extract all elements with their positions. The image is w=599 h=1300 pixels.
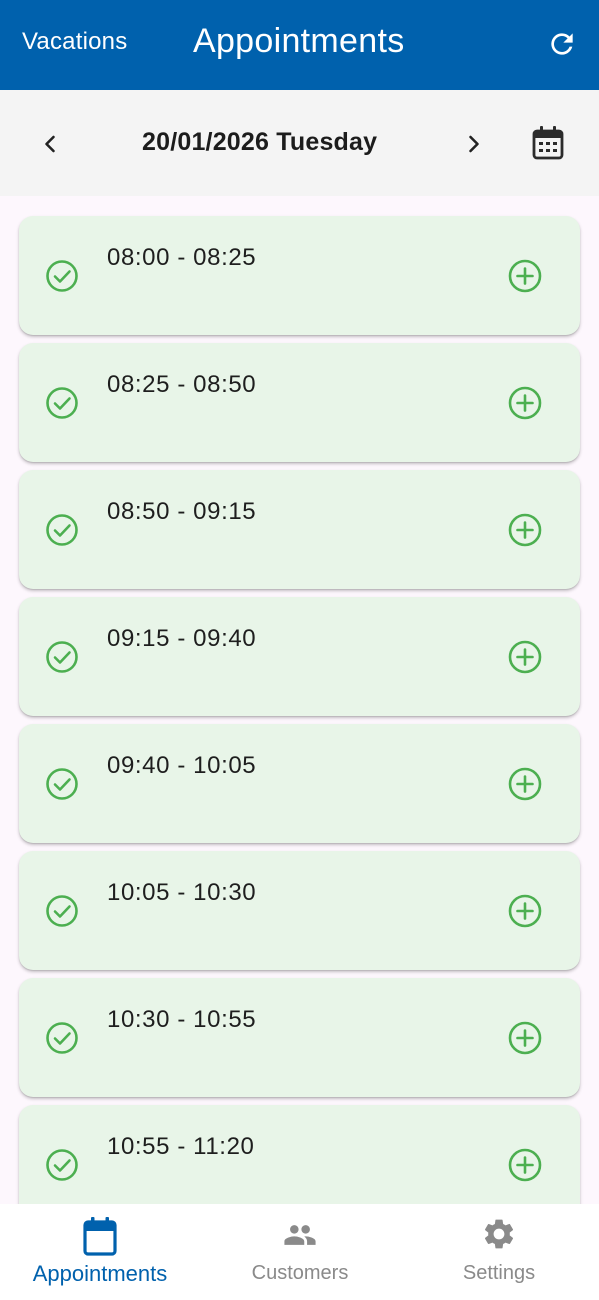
refresh-icon[interactable]	[546, 28, 578, 60]
vacations-button[interactable]: Vacations	[22, 28, 127, 56]
add-circle-icon[interactable]	[507, 639, 543, 675]
selected-date[interactable]: 20/01/2026 Tuesday	[142, 128, 377, 157]
check-circle-icon	[46, 1022, 78, 1054]
check-circle-icon	[46, 260, 78, 292]
slot-card[interactable]: 08:50 - 09:15	[19, 470, 580, 589]
page-title: Appointments	[193, 22, 405, 60]
calendar-icon[interactable]	[531, 125, 565, 161]
slot-time: 08:50 - 09:15	[107, 498, 257, 525]
slot-time: 10:55 - 11:20	[107, 1133, 255, 1160]
add-circle-icon[interactable]	[507, 1020, 543, 1056]
add-circle-icon[interactable]	[507, 893, 543, 929]
app-root: Vacations Appointments 20/01/2026 Tuesda…	[0, 0, 599, 1300]
nav-appointments-label: Appointments	[32, 1261, 168, 1286]
nav-settings[interactable]: Settings	[399, 1204, 599, 1300]
appointment-slot-list[interactable]: 08:00 - 08:25 08:25 - 08:50 08:50 - 09:15 0…	[0, 196, 599, 1204]
add-circle-icon[interactable]	[507, 258, 543, 294]
slot-time: 09:15 - 09:40	[107, 625, 257, 652]
check-circle-icon	[46, 514, 78, 546]
add-circle-icon[interactable]	[507, 766, 543, 802]
slot-card[interactable]: 08:25 - 08:50	[19, 343, 580, 462]
calendar-icon	[83, 1217, 117, 1256]
check-circle-icon	[46, 895, 78, 927]
slot-time: 09:40 - 10:05	[107, 752, 257, 779]
nav-appointments[interactable]: Appointments	[0, 1204, 200, 1300]
nav-customers-label: Customers	[251, 1262, 349, 1284]
check-circle-icon	[46, 387, 78, 419]
nav-settings-label: Settings	[462, 1262, 536, 1284]
check-circle-icon	[46, 1149, 78, 1181]
nav-customers[interactable]: Customers	[200, 1204, 400, 1300]
check-circle-icon	[46, 641, 78, 673]
add-circle-icon[interactable]	[507, 1147, 543, 1183]
slot-time: 10:30 - 10:55	[107, 1006, 257, 1033]
check-circle-icon	[46, 768, 78, 800]
slot-time: 08:00 - 08:25	[107, 244, 257, 271]
add-circle-icon[interactable]	[507, 512, 543, 548]
slot-card[interactable]: 10:05 - 10:30	[19, 851, 580, 970]
slot-card[interactable]: 09:40 - 10:05	[19, 724, 580, 843]
people-icon	[284, 1225, 316, 1245]
slot-card[interactable]: 08:00 - 08:25	[19, 216, 580, 335]
chevron-right-icon[interactable]	[462, 130, 486, 158]
slot-card[interactable]: 09:15 - 09:40	[19, 597, 580, 716]
gear-icon	[484, 1219, 514, 1249]
app-bar: Vacations Appointments	[0, 0, 599, 90]
chevron-left-icon[interactable]	[38, 130, 62, 158]
bottom-navigation: Appointments Customers Settings	[0, 1204, 599, 1300]
add-circle-icon[interactable]	[507, 385, 543, 421]
date-navigator: 20/01/2026 Tuesday	[0, 90, 599, 196]
slot-card[interactable]: 10:30 - 10:55	[19, 978, 580, 1097]
slot-time: 08:25 - 08:50	[107, 371, 257, 398]
slot-time: 10:05 - 10:30	[107, 879, 257, 906]
slot-card[interactable]: 10:55 - 11:20	[19, 1105, 580, 1204]
